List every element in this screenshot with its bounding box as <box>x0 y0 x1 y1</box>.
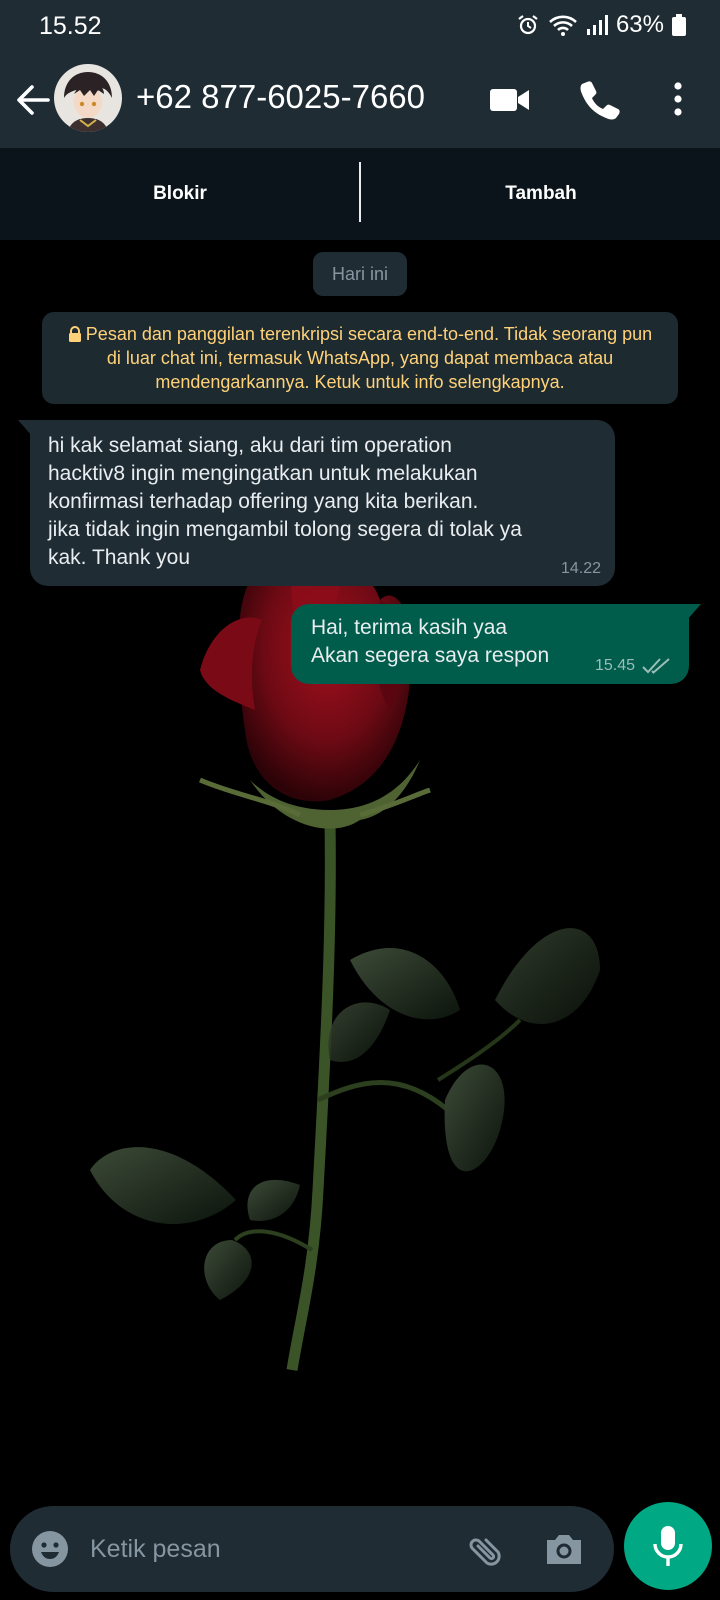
status-icons: 63% <box>516 11 686 39</box>
block-add-bar: Blokir Tambah <box>0 148 720 240</box>
message-time: 14.22 <box>560 560 601 577</box>
chat-area[interactable]: Hari ini Pesan dan panggilan terenkripsi… <box>0 240 720 1502</box>
more-options-icon <box>674 82 682 116</box>
emoji-icon <box>32 1531 68 1567</box>
more-options-button[interactable] <box>656 78 700 122</box>
signal-icon <box>586 15 608 35</box>
video-call-icon <box>490 89 529 111</box>
mic-icon <box>653 1526 683 1566</box>
outgoing-message[interactable]: Hai, terima kasih yaa Akan segera saya r… <box>291 604 701 684</box>
add-contact-button[interactable]: Tambah <box>361 148 720 240</box>
avatar-anime-character-icon <box>54 64 122 132</box>
message-input[interactable] <box>90 1528 430 1570</box>
message-text: hi kak selamat siang, aku dari tim opera… <box>48 434 522 569</box>
attach-icon <box>469 1538 501 1566</box>
voice-call-button[interactable] <box>578 78 622 122</box>
camera-icon <box>547 1535 581 1564</box>
composer-bar <box>0 1502 720 1600</box>
message-meta: 15.45 <box>595 656 673 676</box>
date-chip: Hari ini <box>313 252 407 296</box>
video-call-button[interactable] <box>488 78 532 122</box>
status-bar: 15.52 63% <box>0 0 720 52</box>
voice-record-button[interactable] <box>624 1502 712 1590</box>
encryption-notice-text: Pesan dan panggilan terenkripsi secara e… <box>85 324 653 392</box>
message-time: 15.45 <box>594 657 635 674</box>
battery-percent: 63% <box>615 11 664 38</box>
incoming-message[interactable]: hi kak selamat siang, aku dari tim opera… <box>18 420 615 586</box>
avatar[interactable] <box>54 64 122 132</box>
block-button[interactable]: Blokir <box>0 148 360 240</box>
message-input-pill[interactable] <box>10 1506 614 1592</box>
camera-button[interactable] <box>543 1528 585 1570</box>
alarm-icon <box>518 15 538 35</box>
contact-name[interactable]: +62 877-6025-7660 <box>136 78 425 116</box>
battery-icon <box>672 14 686 36</box>
emoji-button[interactable] <box>30 1529 70 1569</box>
attach-button[interactable] <box>462 1526 506 1570</box>
wifi-icon <box>549 15 577 36</box>
double-check-icon <box>642 658 670 674</box>
lock-icon <box>68 326 81 342</box>
bubble-tail <box>687 604 701 620</box>
back-button[interactable] <box>14 80 52 120</box>
chat-header: +62 877-6025-7660 <box>0 52 720 148</box>
voice-call-icon <box>580 81 620 120</box>
encryption-notice[interactable]: Pesan dan panggilan terenkripsi secara e… <box>42 312 678 404</box>
back-arrow-icon <box>17 85 50 115</box>
bubble-tail <box>18 420 32 436</box>
status-time: 15.52 <box>39 12 102 40</box>
